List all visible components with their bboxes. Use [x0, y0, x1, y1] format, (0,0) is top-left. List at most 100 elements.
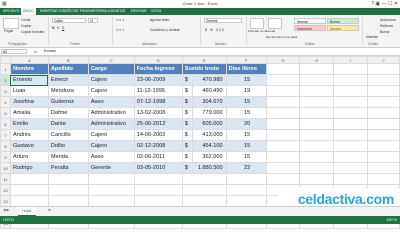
empty-cell[interactable]	[367, 107, 400, 119]
cell-nombre[interactable]: Amalia	[9, 107, 49, 119]
name-box[interactable]: A2	[1, 49, 27, 54]
tab-diseno-pagina[interactable]: DISEÑO DE PÁGINA	[59, 8, 93, 15]
column-header[interactable]: G	[265, 56, 301, 64]
format-painter-button[interactable]: Copiar formato	[21, 30, 44, 34]
empty-cell[interactable]	[299, 162, 335, 174]
empty-cell[interactable]	[367, 173, 400, 185]
empty-cell[interactable]	[47, 195, 89, 207]
cell-currency[interactable]: $	[181, 118, 193, 130]
cell-dias-libres[interactable]: 20	[225, 118, 267, 130]
conditional-format-icon[interactable]	[250, 18, 264, 29]
header-cell[interactable]: Cargo	[87, 63, 135, 75]
empty-cell[interactable]	[265, 173, 301, 185]
empty-cell[interactable]	[333, 151, 369, 163]
cell-fecha-ingreso[interactable]: 02-06-2011	[133, 151, 183, 163]
empty-cell[interactable]	[87, 195, 135, 207]
empty-cell[interactable]	[333, 107, 369, 119]
cell-dias-libres[interactable]: 15	[225, 129, 267, 141]
italic-button[interactable]: K	[57, 26, 59, 30]
add-sheet-icon[interactable]: ⊕	[48, 208, 51, 212]
empty-cell[interactable]	[299, 63, 335, 75]
row-header[interactable]: 10	[0, 162, 11, 174]
empty-cell[interactable]	[333, 96, 369, 108]
cell-fecha-ingreso[interactable]: 02-12-2008	[133, 140, 183, 152]
cell-apellido[interactable]: Cancillo	[47, 129, 89, 141]
cell-apellido[interactable]: Mendoza	[47, 85, 89, 97]
cell-fecha-ingreso[interactable]: 23-06-2009	[133, 74, 183, 86]
cell-apellido[interactable]: Dafme	[47, 107, 89, 119]
cell-cargo[interactable]: Aseo	[87, 151, 135, 163]
cell-dias-libres[interactable]: 15	[225, 74, 267, 86]
empty-cell[interactable]	[9, 184, 49, 196]
empty-cell[interactable]	[299, 74, 335, 86]
cell-fecha-ingreso[interactable]: 03-05-2010	[133, 162, 183, 174]
style-neutral[interactable]: Neutral	[327, 25, 359, 31]
row-header[interactable]: 3	[0, 85, 11, 97]
fill-button[interactable]: Rellenar	[380, 24, 393, 28]
empty-cell[interactable]	[225, 184, 267, 196]
empty-cell[interactable]	[333, 129, 369, 141]
header-cell[interactable]: Nombre	[9, 63, 49, 75]
column-header[interactable]: A	[9, 56, 49, 64]
formula-input[interactable]: Ernesto	[44, 48, 56, 55]
row-header[interactable]: 12	[0, 184, 11, 196]
cell-nombre[interactable]: Josefina	[9, 96, 49, 108]
empty-cell[interactable]	[299, 118, 335, 130]
cell-apellido[interactable]: Gutierrez	[47, 96, 89, 108]
row-header[interactable]: 8	[0, 140, 11, 152]
empty-cell[interactable]	[181, 184, 227, 196]
tab-insertar[interactable]: INSERTAR	[40, 8, 58, 15]
empty-cell[interactable]	[181, 173, 227, 185]
cell-sueldo-bruto[interactable]: 605.000	[191, 118, 227, 130]
cell-apellido[interactable]: Merida	[47, 151, 89, 163]
empty-cell[interactable]	[367, 129, 400, 141]
empty-cell[interactable]	[225, 173, 267, 185]
empty-cell[interactable]	[367, 96, 400, 108]
cell-apellido[interactable]: Dollio	[47, 140, 89, 152]
column-header[interactable]: H	[299, 56, 335, 64]
empty-cell[interactable]	[265, 74, 301, 86]
cut-button[interactable]: Cortar	[21, 18, 31, 22]
tab-vista[interactable]: VISTA	[151, 8, 161, 15]
empty-cell[interactable]	[367, 85, 400, 97]
empty-cell[interactable]	[367, 63, 400, 75]
empty-cell[interactable]	[225, 195, 267, 207]
cell-cargo[interactable]: Aseo	[87, 96, 135, 108]
empty-cell[interactable]	[133, 173, 183, 185]
empty-cell[interactable]	[47, 173, 89, 185]
tab-inicio[interactable]: INICIO	[21, 8, 36, 15]
empty-cell[interactable]	[9, 195, 49, 207]
empty-cell[interactable]	[265, 162, 301, 174]
empty-cell[interactable]	[299, 129, 335, 141]
column-header[interactable]: J	[367, 56, 400, 64]
empty-cell[interactable]	[299, 140, 335, 152]
row-header[interactable]: 7	[0, 129, 11, 141]
cell-nombre[interactable]: Rodrigo	[9, 162, 49, 174]
cell-fecha-ingreso[interactable]: 14-06-2002	[133, 129, 183, 141]
font-size-select[interactable]: 11	[88, 18, 98, 23]
zoom-level[interactable]: 100 %	[386, 216, 397, 224]
empty-cell[interactable]	[265, 85, 301, 97]
cell-currency[interactable]: $	[181, 129, 193, 141]
empty-cell[interactable]	[367, 118, 400, 130]
tab-revisar[interactable]: REVISAR	[131, 8, 147, 15]
cell-dias-libres[interactable]: 15	[225, 96, 267, 108]
empty-cell[interactable]	[333, 118, 369, 130]
cell-sueldo-bruto[interactable]: 362.000	[191, 151, 227, 163]
cell-sueldo-bruto[interactable]: 304.670	[191, 96, 227, 108]
conditional-format-button[interactable]: Formato condicional	[248, 29, 275, 33]
empty-cell[interactable]	[265, 140, 301, 152]
row-header[interactable]: 6	[0, 118, 11, 130]
empty-cell[interactable]	[367, 151, 400, 163]
window-controls[interactable]: ? ▣ — ☐ ✕	[371, 0, 398, 8]
cell-fecha-ingreso[interactable]: 07-12-1998	[133, 96, 183, 108]
column-header[interactable]: I	[333, 56, 369, 64]
empty-cell[interactable]	[87, 184, 135, 196]
row-header[interactable]: 2	[0, 74, 11, 86]
cell-nombre[interactable]: Emilio	[9, 118, 49, 130]
column-header[interactable]: C	[87, 56, 135, 64]
paste-icon[interactable]	[3, 18, 19, 29]
cell-nombre[interactable]: Luan	[9, 85, 49, 97]
cell-dias-libres[interactable]: 15	[225, 107, 267, 119]
cell-fecha-ingreso[interactable]: 11-12-1995	[133, 85, 183, 97]
